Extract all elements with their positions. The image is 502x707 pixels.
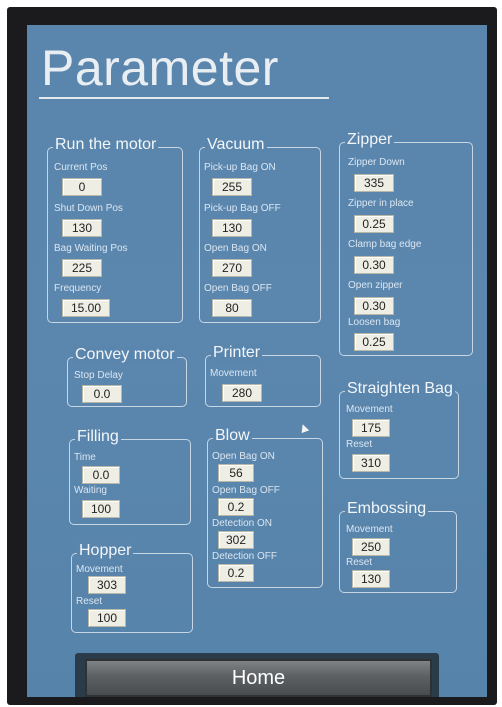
open-zipper-label: Open zipper	[348, 280, 403, 291]
detection-off-label: Detection OFF	[212, 551, 278, 562]
blow-open-on-label: Open Bag ON	[212, 451, 275, 462]
detection-on-field[interactable]: 302	[218, 531, 254, 549]
shutdown-pos-label: Shut Down Pos	[54, 203, 123, 214]
straighten-bag-group: Straighten Bag Movement 175 Reset 310	[339, 380, 459, 479]
filling-waiting-label: Waiting	[74, 485, 107, 496]
embossing-group: Embossing Movement 250 Reset 130	[339, 500, 457, 593]
home-button[interactable]: Home	[85, 659, 432, 697]
hopper-reset-field[interactable]: 100	[88, 609, 126, 627]
blow-open-off-field[interactable]: 0.2	[218, 498, 254, 516]
device-bezel: Parameter Run the motor Current Pos 0 Sh…	[7, 7, 497, 705]
embossing-reset-field[interactable]: 130	[352, 570, 390, 588]
pickup-on-label: Pick-up Bag ON	[204, 162, 276, 173]
loosen-bag-label: Loosen bag	[348, 317, 401, 328]
zipper-in-place-field[interactable]: 0.25	[354, 215, 394, 233]
frequency-field[interactable]: 15.00	[62, 299, 110, 317]
pointer-cursor-icon	[298, 422, 310, 434]
bag-waiting-pos-field[interactable]: 225	[62, 259, 102, 277]
open-zipper-field[interactable]: 0.30	[354, 297, 394, 315]
stop-delay-field[interactable]: 0.0	[82, 385, 122, 403]
straighten-movement-label: Movement	[346, 404, 393, 415]
hopper-title: Hopper	[77, 542, 134, 560]
pickup-off-field[interactable]: 130	[212, 219, 252, 237]
pickup-off-label: Pick-up Bag OFF	[204, 203, 281, 214]
hmi-screen: Parameter Run the motor Current Pos 0 Sh…	[27, 25, 487, 697]
bag-waiting-pos-label: Bag Waiting Pos	[54, 243, 128, 254]
blow-group: Blow Open Bag ON 56 Open Bag OFF 0.2 Det…	[207, 427, 323, 588]
zipper-in-place-label: Zipper in place	[348, 198, 414, 209]
zipper-down-field[interactable]: 335	[354, 174, 394, 192]
printer-title: Printer	[211, 344, 263, 362]
open-bag-off-field[interactable]: 80	[212, 299, 252, 317]
straighten-reset-field[interactable]: 310	[352, 454, 390, 472]
printer-movement-field[interactable]: 280	[222, 384, 262, 402]
stop-delay-label: Stop Delay	[74, 370, 123, 381]
zipper-group: Zipper Zipper Down 335 Zipper in place 0…	[339, 131, 473, 356]
vacuum-title: Vacuum	[205, 136, 267, 154]
detection-on-label: Detection ON	[212, 518, 273, 529]
filling-time-field[interactable]: 0.0	[82, 466, 120, 484]
loosen-bag-field[interactable]: 0.25	[354, 333, 394, 351]
clamp-bag-edge-field[interactable]: 0.30	[354, 256, 394, 274]
zipper-title: Zipper	[345, 131, 395, 149]
hopper-movement-field[interactable]: 303	[88, 576, 126, 594]
embossing-movement-label: Movement	[346, 524, 393, 535]
shutdown-pos-field[interactable]: 130	[62, 219, 102, 237]
hopper-reset-label: Reset	[76, 596, 103, 607]
hopper-group: Hopper Movement 303 Reset 100	[71, 542, 193, 633]
hopper-movement-label: Movement	[76, 564, 123, 575]
filling-group: Filling Time 0.0 Waiting 100	[69, 428, 191, 525]
embossing-reset-label: Reset	[346, 557, 373, 568]
detection-off-field[interactable]: 0.2	[218, 564, 254, 582]
filling-title: Filling	[75, 428, 121, 446]
vacuum-group: Vacuum Pick-up Bag ON 255 Pick-up Bag OF…	[199, 136, 321, 323]
blow-title: Blow	[213, 427, 252, 445]
straighten-reset-label: Reset	[346, 439, 373, 450]
filling-time-label: Time	[74, 452, 96, 463]
run-motor-group: Run the motor Current Pos 0 Shut Down Po…	[47, 136, 183, 323]
open-bag-on-field[interactable]: 270	[212, 259, 252, 277]
current-pos-label: Current Pos	[54, 162, 108, 173]
straighten-movement-field[interactable]: 175	[352, 419, 390, 437]
convey-motor-group: Convey motor Stop Delay 0.0	[67, 346, 187, 407]
printer-group: Printer Movement 280	[205, 344, 321, 407]
convey-motor-title: Convey motor	[73, 346, 177, 364]
open-bag-off-label: Open Bag OFF	[204, 283, 272, 294]
run-motor-title: Run the motor	[53, 136, 159, 154]
frequency-label: Frequency	[54, 283, 102, 294]
blow-open-on-field[interactable]: 56	[218, 464, 254, 482]
printer-movement-label: Movement	[210, 368, 257, 379]
current-pos-field[interactable]: 0	[62, 178, 102, 196]
blow-open-off-label: Open Bag OFF	[212, 485, 280, 496]
title-underline	[39, 97, 329, 99]
zipper-down-label: Zipper Down	[348, 157, 405, 168]
filling-waiting-field[interactable]: 100	[82, 500, 120, 518]
open-bag-on-label: Open Bag ON	[204, 243, 267, 254]
page-title: Parameter	[41, 40, 279, 96]
clamp-bag-edge-label: Clamp bag edge	[348, 239, 422, 250]
embossing-movement-field[interactable]: 250	[352, 538, 390, 556]
pickup-on-field[interactable]: 255	[212, 178, 252, 196]
straighten-bag-title: Straighten Bag	[345, 380, 455, 398]
embossing-title: Embossing	[345, 500, 429, 518]
